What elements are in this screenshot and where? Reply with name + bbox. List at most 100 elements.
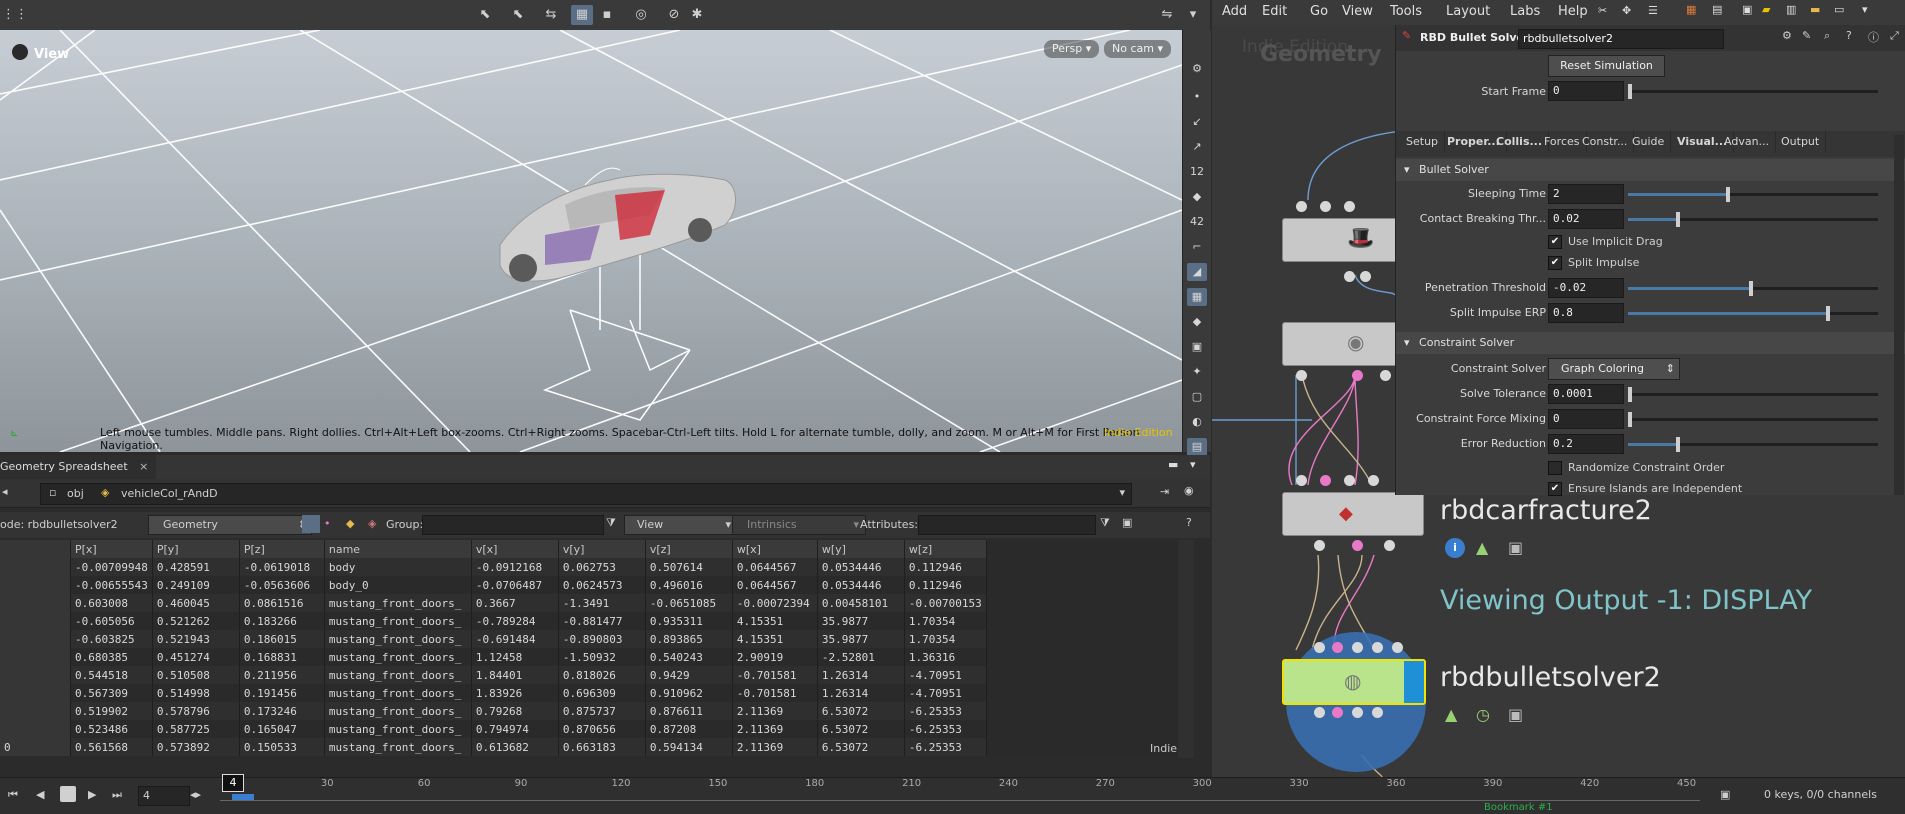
- expand-icon[interactable]: ⤢: [1890, 29, 1899, 43]
- table-cell[interactable]: 2.90919: [732, 648, 818, 666]
- table-cell[interactable]: 0.523486: [70, 720, 153, 738]
- points-icon[interactable]: [302, 515, 320, 533]
- chart-icon[interactable]: ▲: [1445, 705, 1457, 724]
- point-number-icon[interactable]: 12: [1187, 163, 1207, 181]
- first-frame-icon[interactable]: ⏮: [8, 788, 18, 802]
- step-back-icon[interactable]: ◀: [36, 788, 44, 801]
- pin-icon[interactable]: ⇥: [1160, 485, 1169, 498]
- table-cell[interactable]: -0.00709948: [70, 558, 153, 576]
- table-cell[interactable]: -0.881477: [558, 612, 646, 630]
- playhead-frame[interactable]: 4: [222, 774, 244, 792]
- table-cell[interactable]: -0.603825: [70, 630, 153, 648]
- input-connector[interactable]: [1368, 475, 1379, 486]
- table-cell[interactable]: 0.519902: [70, 702, 153, 720]
- menu-tools[interactable]: Tools: [1390, 4, 1422, 19]
- table-cell[interactable]: 0.0644567: [732, 576, 818, 594]
- tree-icon[interactable]: ▤: [1712, 3, 1722, 16]
- penetration-slider[interactable]: [1628, 281, 1878, 296]
- table-cell[interactable]: 0.3667: [471, 594, 559, 612]
- menu-help[interactable]: Help: [1558, 4, 1588, 19]
- erp-slider[interactable]: [1628, 306, 1878, 321]
- table-cell[interactable]: 0.460045: [152, 594, 240, 612]
- cfm-field[interactable]: 0: [1548, 409, 1624, 429]
- error-reduction-field[interactable]: 0.2: [1548, 434, 1624, 454]
- table-cell[interactable]: 0.249109: [152, 576, 240, 594]
- normal-icon[interactable]: ↗: [1187, 138, 1207, 156]
- slider-knob[interactable]: [1676, 437, 1680, 452]
- output-connector[interactable]: [1352, 707, 1363, 718]
- table-cell[interactable]: 0.0644567: [732, 558, 818, 576]
- slider-knob[interactable]: [1628, 412, 1632, 427]
- table-cell[interactable]: mustang_front_doors_: [324, 738, 472, 756]
- table-cell[interactable]: body_0: [324, 576, 472, 594]
- node-rbdcarfracture2[interactable]: ◆: [1282, 492, 1424, 536]
- table-cell[interactable]: 6.53072: [817, 702, 905, 720]
- gear-icon[interactable]: ⚙: [1782, 29, 1792, 42]
- sleeping-time-field[interactable]: 2: [1548, 184, 1624, 204]
- input-connector[interactable]: [1372, 642, 1383, 653]
- table-cell[interactable]: 4.15351: [732, 612, 818, 630]
- table-cell[interactable]: 0.893865: [645, 630, 733, 648]
- group-input[interactable]: [422, 515, 604, 535]
- move-icon[interactable]: ✥: [1622, 4, 1631, 17]
- table-cell[interactable]: 1.12458: [471, 648, 559, 666]
- attributes-input[interactable]: [918, 515, 1096, 535]
- output-connector[interactable]: [1360, 271, 1371, 282]
- uv-icon[interactable]: ⌐: [1187, 238, 1207, 256]
- row-header[interactable]: [0, 684, 71, 702]
- pane-menu-icon[interactable]: ▾: [1862, 3, 1868, 16]
- table-cell[interactable]: mustang_front_doors_: [324, 684, 472, 702]
- bullet-solver-section[interactable]: ▾ Bullet Solver: [1396, 159, 1905, 181]
- table-cell[interactable]: 6.53072: [817, 738, 905, 756]
- scene-viewport[interactable]: View Persp ▾ No cam ▾ ⊾ Left mouse tumbl…: [0, 30, 1182, 452]
- table-cell[interactable]: 0.587725: [152, 720, 240, 738]
- secure-select-icon[interactable]: ◎: [630, 5, 652, 25]
- table-cell[interactable]: 2.11369: [732, 720, 818, 738]
- breadcrumb-dropdown-icon[interactable]: ▾: [1119, 486, 1125, 499]
- select-edges-icon[interactable]: ⇆: [540, 5, 562, 25]
- menu-layout[interactable]: Layout: [1446, 4, 1490, 19]
- tab-setup[interactable]: Setup: [1400, 131, 1446, 153]
- implicit-drag-checkbox[interactable]: ✔: [1548, 235, 1562, 249]
- slider-knob[interactable]: [1676, 212, 1680, 227]
- output-connector[interactable]: [1352, 540, 1363, 551]
- node-rbdbulletsolver2[interactable]: ◍: [1282, 659, 1426, 705]
- column-header[interactable]: v[z]: [645, 540, 733, 558]
- display-icon[interactable]: ◆: [1187, 313, 1207, 331]
- table-cell[interactable]: 0.578796: [152, 702, 240, 720]
- table-cell[interactable]: mustang_front_doors_: [324, 720, 472, 738]
- output-connector[interactable]: [1352, 370, 1363, 381]
- table-cell[interactable]: body: [324, 558, 472, 576]
- sleeping-time-slider[interactable]: [1628, 187, 1878, 202]
- persp-dropdown[interactable]: Persp ▾: [1044, 40, 1100, 58]
- table-cell[interactable]: 0.510508: [152, 666, 240, 684]
- prim-number-icon[interactable]: 42: [1187, 213, 1207, 231]
- lock-camera-icon[interactable]: ⚙: [1187, 60, 1207, 78]
- table-row[interactable]: -0.00655543 0.249109 -0.0563606 body_0 -0.07…: [0, 576, 987, 594]
- select-mode-icon[interactable]: ▪: [596, 5, 618, 25]
- table-cell[interactable]: -0.00700153: [904, 594, 987, 612]
- column-header[interactable]: P[x]: [70, 540, 153, 558]
- link-icon[interactable]: ◉: [1184, 484, 1194, 497]
- table-cell[interactable]: 1.70354: [904, 612, 987, 630]
- prim-icon[interactable]: ◆: [1187, 188, 1207, 206]
- ghost-icon[interactable]: ◐: [1187, 413, 1207, 431]
- row-header[interactable]: 0: [0, 738, 71, 756]
- table-cell[interactable]: 0.910962: [645, 684, 733, 702]
- pane-menu-icon[interactable]: ▾: [1190, 458, 1196, 471]
- row-header[interactable]: [0, 576, 71, 594]
- table-cell[interactable]: -1.50932: [558, 648, 646, 666]
- table-cell[interactable]: mustang_front_doors_: [324, 702, 472, 720]
- row-header[interactable]: [0, 666, 71, 684]
- column-header[interactable]: P[z]: [239, 540, 325, 558]
- table-row[interactable]: 0.603008 0.460045 0.0861516 mustang_front_d…: [0, 594, 987, 612]
- table-cell[interactable]: 1.70354: [904, 630, 987, 648]
- table-cell[interactable]: 35.9877: [817, 630, 905, 648]
- column-header[interactable]: w[z]: [904, 540, 987, 558]
- help-icon[interactable]: ?: [1186, 516, 1192, 529]
- table-cell[interactable]: mustang_front_doors_: [324, 612, 472, 630]
- table-cell[interactable]: -0.701581: [732, 684, 818, 702]
- table-cell[interactable]: -2.52801: [817, 648, 905, 666]
- table-cell[interactable]: -0.00655543: [70, 576, 153, 594]
- node-label-rbdcarfracture2[interactable]: rbdcarfracture2: [1440, 495, 1652, 526]
